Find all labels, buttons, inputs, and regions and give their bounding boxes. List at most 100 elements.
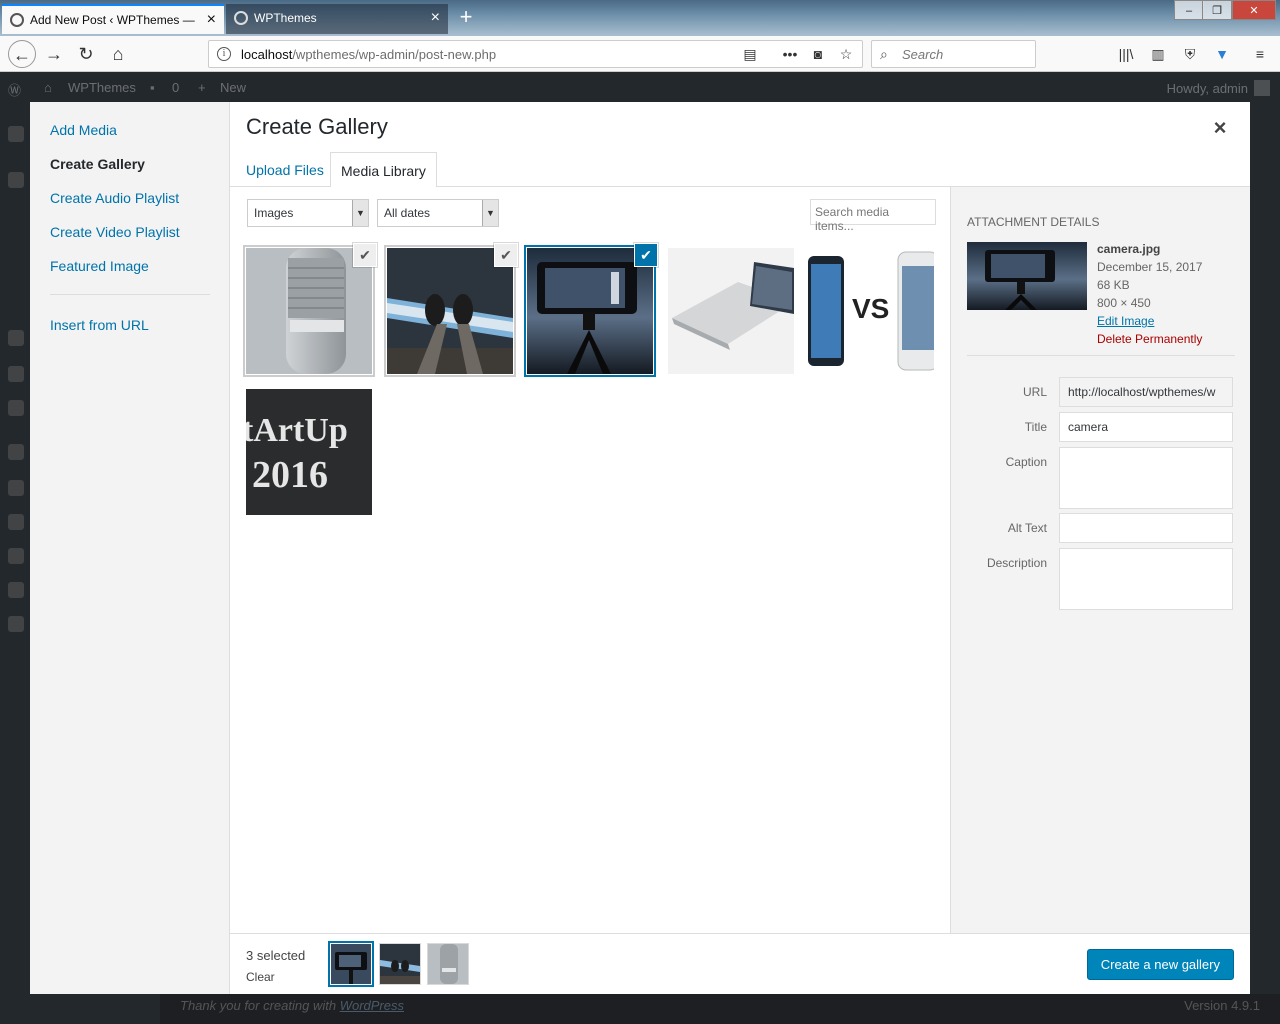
- media-search-input[interactable]: Search media items...: [810, 199, 936, 233]
- laptop-image: [668, 248, 794, 374]
- site-info-icon[interactable]: i: [217, 47, 231, 61]
- wordpress-favicon-icon: [10, 13, 24, 27]
- browser-tab-active[interactable]: Add New Post ‹ WPThemes — ×: [2, 4, 224, 34]
- media-toolbar: 3 selected Clear Create a new gallery: [230, 933, 1250, 994]
- alt-text-field[interactable]: [1059, 513, 1233, 543]
- delete-permanently-link[interactable]: Delete Permanently: [1097, 330, 1202, 348]
- restore-window-icon[interactable]: ❐: [1202, 0, 1232, 20]
- menu-item-create-video-playlist[interactable]: Create Video Playlist: [50, 224, 180, 240]
- tab-upload-files[interactable]: Upload Files: [236, 152, 334, 188]
- pocket-icon[interactable]: ◙: [809, 45, 827, 63]
- attachment-thumbnail[interactable]: VS: [808, 248, 934, 374]
- attachment-thumbnail[interactable]: [668, 248, 794, 374]
- address-url: localhost/wpthemes/wp-admin/post-new.php: [241, 47, 497, 62]
- media-date-filter[interactable]: All dates ▼: [377, 199, 499, 227]
- shield-blue-extension-icon[interactable]: ▼: [1212, 44, 1232, 64]
- plus-icon: +: [198, 80, 206, 95]
- comments-count[interactable]: 0: [172, 80, 179, 95]
- attachment-filename: camera.jpg: [1097, 242, 1161, 256]
- svg-text:VS: VS: [852, 293, 889, 324]
- forward-arrow-icon[interactable]: →: [40, 40, 68, 68]
- selected-thumbnail[interactable]: [428, 944, 468, 984]
- attachment-preview: [967, 242, 1087, 310]
- caption-field[interactable]: [1059, 447, 1233, 509]
- attachment-thumbnail[interactable]: ✔: [246, 244, 376, 374]
- media-type-filter[interactable]: Images ▼: [247, 199, 369, 227]
- phones-comparison-image: VS: [808, 248, 934, 374]
- new-link[interactable]: New: [220, 80, 246, 95]
- close-window-icon[interactable]: ✕: [1232, 0, 1276, 20]
- selected-thumbnail[interactable]: [380, 944, 420, 984]
- media-modal: Add Media Create Gallery Create Audio Pl…: [30, 102, 1250, 994]
- attachment-details-heading: Attachment Details: [967, 215, 1100, 229]
- minimize-window-icon[interactable]: –: [1174, 0, 1204, 20]
- tab-close-icon[interactable]: ×: [207, 6, 216, 34]
- appearance-icon: [8, 444, 24, 460]
- page-actions-icon[interactable]: •••: [781, 45, 799, 63]
- menu-item-add-media[interactable]: Add Media: [50, 122, 117, 138]
- microphone-image: [246, 248, 372, 374]
- new-tab-plus-icon[interactable]: +: [452, 3, 480, 31]
- home-icon[interactable]: ⌂: [104, 40, 132, 68]
- howdy-text[interactable]: Howdy, admin: [1167, 81, 1248, 96]
- shield-extension-icon[interactable]: ⛨: [1180, 44, 1200, 64]
- svg-text:tArtUp: tArtUp: [246, 412, 348, 449]
- attachment-dimensions: 800 × 450: [1097, 296, 1151, 310]
- edit-image-link[interactable]: Edit Image: [1097, 312, 1202, 330]
- attachment-thumbnail[interactable]: tArtUp 2016: [246, 389, 372, 515]
- back-arrow-icon[interactable]: ←: [8, 40, 36, 68]
- wp-admin-bar: Ⓦ ⌂ WPThemes ▪ 0 + New Howdy, admin: [0, 72, 1280, 104]
- bookmark-star-icon[interactable]: ☆: [837, 45, 855, 63]
- close-icon[interactable]: ×: [1208, 116, 1232, 140]
- attachment-details-sidebar: Attachment Details camera.jpg December 1…: [950, 187, 1250, 933]
- tab-media-library[interactable]: Media Library: [330, 152, 437, 188]
- checkmark-icon[interactable]: ✔: [354, 244, 376, 266]
- url-field[interactable]: http://localhost/wpthemes/w: [1059, 377, 1233, 407]
- reload-icon[interactable]: ↻: [72, 40, 100, 68]
- pages-icon: [8, 366, 24, 382]
- checkmark-icon[interactable]: ✔: [635, 244, 657, 266]
- footer-version: Version 4.9.1: [1184, 998, 1260, 1013]
- site-name[interactable]: WPThemes: [68, 80, 136, 95]
- media-router: Upload Files Media Library: [230, 152, 1250, 188]
- url-label: URL: [1022, 385, 1047, 399]
- description-field[interactable]: [1059, 548, 1233, 610]
- alt-text-label: Alt Text: [1007, 521, 1047, 535]
- create-gallery-button[interactable]: Create a new gallery: [1086, 949, 1234, 980]
- checkmark-icon[interactable]: ✔: [495, 244, 517, 266]
- posts-icon: [8, 172, 24, 188]
- menu-item-create-audio-playlist[interactable]: Create Audio Playlist: [50, 190, 179, 206]
- menu-item-featured-image[interactable]: Featured Image: [50, 258, 149, 274]
- selected-thumbnail[interactable]: [331, 944, 371, 984]
- attachment-thumbnail[interactable]: ✔: [387, 244, 517, 374]
- svg-text:2016: 2016: [252, 454, 328, 496]
- attachment-date: December 15, 2017: [1097, 260, 1203, 274]
- attachment-filesize: 68 KB: [1097, 278, 1130, 292]
- browser-tabbar: Add New Post ‹ WPThemes — × WPThemes × +…: [0, 0, 1280, 36]
- attachment-thumbnail-current[interactable]: ✔: [527, 244, 657, 374]
- sidebar-icon[interactable]: ▥: [1148, 44, 1168, 64]
- shoes-on-rail-image: [387, 248, 513, 374]
- wordpress-logo-icon[interactable]: Ⓦ: [8, 80, 21, 99]
- browser-search-input[interactable]: ⌕ Search: [871, 40, 1036, 68]
- comments-icon: [8, 400, 24, 416]
- media-type-value: Images: [254, 206, 294, 220]
- hamburger-menu-icon[interactable]: ≡: [1250, 44, 1270, 64]
- wordpress-favicon-icon: [234, 11, 248, 25]
- tab-title: WPThemes: [254, 11, 317, 25]
- tab-close-icon[interactable]: ×: [431, 4, 440, 32]
- address-bar[interactable]: i localhost/wpthemes/wp-admin/post-new.p…: [208, 40, 863, 68]
- title-field[interactable]: camera: [1059, 412, 1233, 442]
- clear-selection-link[interactable]: Clear: [246, 970, 275, 984]
- footer-wordpress-link[interactable]: WordPress: [340, 998, 404, 1013]
- menu-item-insert-from-url[interactable]: Insert from URL: [50, 317, 149, 333]
- search-placeholder: Search: [902, 47, 944, 62]
- media-icon: [8, 330, 24, 346]
- title-label: Title: [1024, 420, 1047, 434]
- reader-view-icon[interactable]: ▤: [741, 45, 759, 63]
- menu-item-create-gallery[interactable]: Create Gallery: [50, 156, 145, 172]
- tools-icon: [8, 548, 24, 564]
- browser-tab[interactable]: WPThemes ×: [226, 4, 448, 34]
- plugins-icon: [8, 480, 24, 496]
- library-icon[interactable]: |||\: [1116, 44, 1136, 64]
